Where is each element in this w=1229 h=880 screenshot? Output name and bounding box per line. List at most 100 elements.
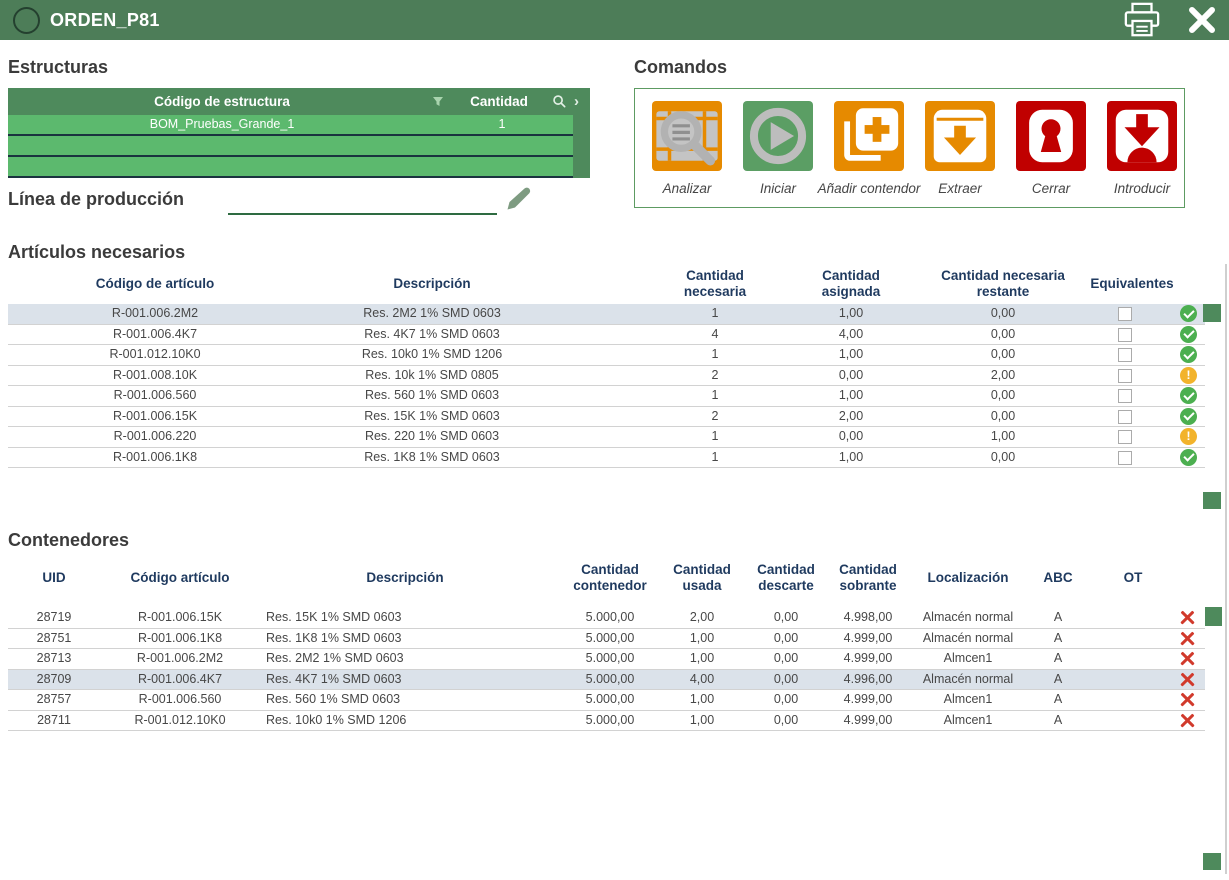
contenedor-cantidad-sobrante: 4.998,00 — [844, 608, 893, 628]
articulo-row[interactable]: R-001.012.10K0Res. 10k0 1% SMD 120611,00… — [8, 345, 1205, 366]
contenedor-row[interactable]: 28719R-001.006.15KRes. 15K 1% SMD 06035.… — [8, 608, 1205, 629]
column-header-equivalentes[interactable]: Equivalentes — [1072, 266, 1192, 302]
column-header-localizacion[interactable]: Localización — [908, 556, 1028, 600]
articulo-cantidad-restante: 0,00 — [991, 448, 1015, 468]
column-header-codigo-estructura[interactable]: Código de estructura — [154, 88, 290, 115]
articulo-codigo: R-001.006.1K8 — [113, 448, 197, 468]
contenedor-row[interactable]: 28751R-001.006.1K8Res. 1K8 1% SMD 06035.… — [8, 629, 1205, 650]
contenedor-row[interactable]: 28711R-001.012.10K0Res. 10k0 1% SMD 1206… — [8, 711, 1205, 732]
print-button[interactable] — [1118, 1, 1166, 39]
column-header-descripcion[interactable]: Descripción — [345, 556, 465, 600]
equivalentes-checkbox[interactable] — [1118, 451, 1132, 465]
column-header-codigo-articulo[interactable]: Código artículo — [110, 556, 250, 600]
estructura-row[interactable]: BOM_Pruebas_Grande_11 — [8, 115, 573, 136]
column-header-cantidad-asignada[interactable]: Cantidad asignada — [805, 266, 897, 302]
equivalentes-checkbox[interactable] — [1118, 348, 1132, 362]
scrollbar-thumb-middle[interactable] — [1203, 492, 1221, 509]
contenedor-cantidad-usada: 4,00 — [690, 670, 714, 690]
command-cerrar[interactable]: Cerrar — [1016, 101, 1086, 201]
contenedor-abc: A — [1054, 670, 1062, 690]
estructura-row-empty[interactable] — [8, 157, 573, 178]
articulo-row[interactable]: R-001.008.10KRes. 10k 1% SMD 080520,002,… — [8, 366, 1205, 387]
articulo-cantidad-necesaria: 2 — [712, 407, 719, 427]
contenedor-cantidad-contenedor: 5.000,00 — [586, 670, 635, 690]
articulo-descripcion: Res. 10k0 1% SMD 1206 — [362, 345, 502, 365]
column-header-cantidad[interactable]: Cantidad — [470, 88, 528, 115]
delete-container-button[interactable] — [1179, 631, 1196, 646]
delete-container-button[interactable] — [1179, 692, 1196, 707]
delete-container-button[interactable] — [1179, 651, 1196, 666]
contenedor-descripcion: Res. 560 1% SMD 0603 — [266, 690, 400, 710]
check-glyph — [1183, 307, 1194, 318]
contenedor-abc: A — [1054, 629, 1062, 649]
column-header-cantidad-contenedor[interactable]: Cantidad contenedor — [560, 556, 660, 600]
column-header-codigo-articulo[interactable]: Código de artículo — [65, 266, 245, 302]
contenedor-cantidad-descarte: 0,00 — [774, 649, 798, 669]
articulos-table: R-001.006.2M2Res. 2M2 1% SMD 060311,000,… — [8, 304, 1205, 468]
column-header-abc[interactable]: ABC — [1028, 556, 1088, 600]
contenedor-row[interactable]: 28709R-001.006.4K7Res. 4K7 1% SMD 06035.… — [8, 670, 1205, 691]
articulo-row[interactable]: R-001.006.1K8Res. 1K8 1% SMD 060311,000,… — [8, 448, 1205, 469]
contenedores-scrollbar-thumb[interactable] — [1205, 607, 1222, 626]
command-añadir-contendor[interactable]: Añadir contendor — [834, 101, 904, 201]
equivalentes-checkbox[interactable] — [1118, 369, 1132, 383]
column-header-cantidad-sobrante[interactable]: Cantidad sobrante — [824, 556, 912, 600]
contenedor-descripcion: Res. 2M2 1% SMD 0603 — [266, 649, 404, 669]
contenedor-codigo: R-001.006.4K7 — [138, 670, 222, 690]
command-iniciar[interactable]: Iniciar — [743, 101, 813, 201]
articulos-scrollbar-thumb[interactable] — [1203, 304, 1221, 322]
contenedor-abc: A — [1054, 690, 1062, 710]
command-analizar[interactable]: Analizar — [652, 101, 722, 201]
status-ok-icon — [1180, 326, 1197, 343]
articulo-cantidad-restante: 0,00 — [991, 407, 1015, 427]
edit-pencil-icon[interactable] — [500, 184, 532, 216]
search-icon[interactable] — [552, 94, 567, 109]
articulo-row[interactable]: R-001.006.15KRes. 15K 1% SMD 060322,000,… — [8, 407, 1205, 428]
column-header-cantidad-necesaria[interactable]: Cantidad necesaria — [669, 266, 761, 302]
filter-icon[interactable] — [432, 96, 444, 108]
contenedor-row[interactable]: 28713R-001.006.2M2Res. 2M2 1% SMD 06035.… — [8, 649, 1205, 670]
chevron-right-icon[interactable]: › — [574, 88, 579, 115]
equivalentes-checkbox[interactable] — [1118, 389, 1132, 403]
column-header-cantidad-necesaria-restante[interactable]: Cantidad necesaria restante — [926, 266, 1081, 302]
articulo-row[interactable]: R-001.006.2M2Res. 2M2 1% SMD 060311,000,… — [8, 304, 1205, 325]
column-header-cantidad-usada[interactable]: Cantidad usada — [662, 556, 742, 600]
comandos-heading: Comandos — [634, 57, 727, 78]
column-header-ot[interactable]: OT — [1108, 556, 1158, 600]
command-extraer[interactable]: Extraer — [925, 101, 995, 201]
articulo-row[interactable]: R-001.006.4K7Res. 4K7 1% SMD 060344,000,… — [8, 325, 1205, 346]
contenedor-cantidad-sobrante: 4.999,00 — [844, 690, 893, 710]
command-introducir[interactable]: Introducir — [1107, 101, 1177, 201]
column-header-uid[interactable]: UID — [24, 556, 84, 600]
contenedor-uid: 28711 — [37, 711, 71, 731]
articulo-codigo: R-001.006.4K7 — [113, 325, 197, 345]
status-ok-icon — [1180, 408, 1197, 425]
delete-container-button[interactable] — [1179, 672, 1196, 687]
articulo-descripcion: Res. 2M2 1% SMD 0603 — [363, 304, 501, 324]
horizontal-scrollbar-thumb[interactable] — [1203, 853, 1221, 870]
delete-container-button[interactable] — [1179, 610, 1196, 625]
contenedor-cantidad-contenedor: 5.000,00 — [586, 629, 635, 649]
close-button[interactable] — [1184, 3, 1220, 37]
delete-container-button[interactable] — [1179, 713, 1196, 728]
contenedor-row[interactable]: 28757R-001.006.560Res. 560 1% SMD 06035.… — [8, 690, 1205, 711]
estructura-row-empty[interactable] — [8, 136, 573, 157]
contenedor-localizacion: Almacén normal — [923, 670, 1013, 690]
articulos-heading: Artículos necesarios — [8, 242, 185, 263]
equivalentes-checkbox[interactable] — [1118, 307, 1132, 321]
articulo-row[interactable]: R-001.006.560Res. 560 1% SMD 060311,000,… — [8, 386, 1205, 407]
articulo-cantidad-asignada: 0,00 — [839, 427, 863, 447]
insert-icon — [1107, 101, 1177, 171]
production-line-input[interactable] — [228, 195, 497, 215]
equivalentes-checkbox[interactable] — [1118, 430, 1132, 444]
articulo-descripcion: Res. 1K8 1% SMD 0603 — [364, 448, 500, 468]
equivalentes-checkbox[interactable] — [1118, 328, 1132, 342]
equivalentes-checkbox[interactable] — [1118, 410, 1132, 424]
contenedor-descripcion: Res. 15K 1% SMD 0603 — [266, 608, 402, 628]
column-header-descripcion[interactable]: Descripción — [367, 266, 497, 302]
articulos-header: Código de artículo Descripción Cantidad … — [8, 266, 1205, 302]
contenedores-heading: Contenedores — [8, 530, 129, 551]
articulo-cantidad-necesaria: 4 — [712, 325, 719, 345]
column-header-cantidad-descarte[interactable]: Cantidad descarte — [742, 556, 830, 600]
articulo-row[interactable]: R-001.006.220Res. 220 1% SMD 060310,001,… — [8, 427, 1205, 448]
